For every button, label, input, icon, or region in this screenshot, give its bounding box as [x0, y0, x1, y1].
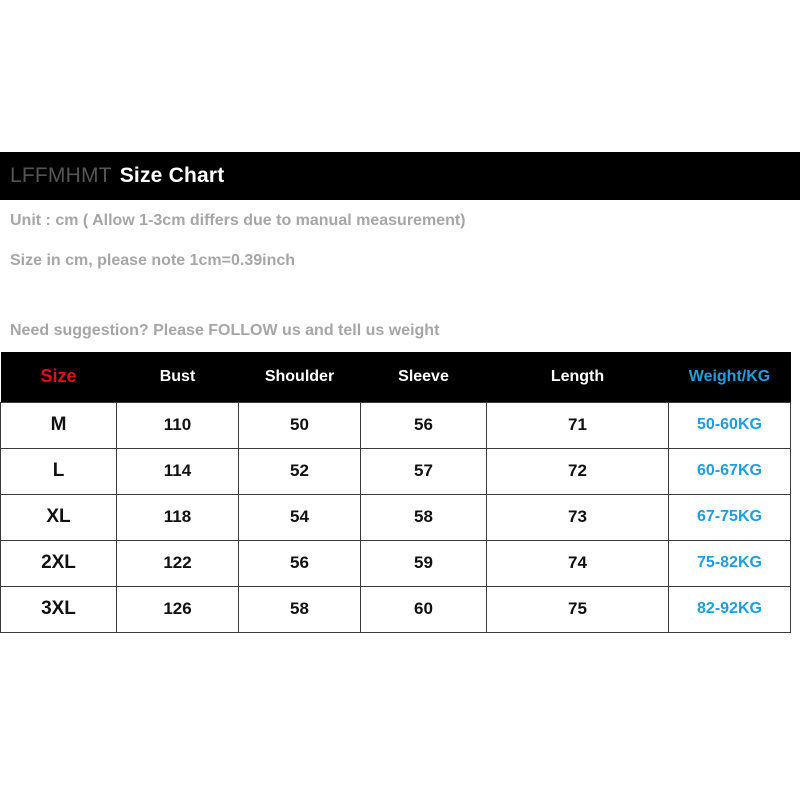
cell-length: 73: [486, 493, 669, 541]
page-title: Size Chart: [119, 164, 225, 187]
cell-bust: 126: [116, 585, 239, 633]
table-row: XL 118 54 58 73 67-75KG: [0, 493, 791, 541]
cell-sleeve: 60: [360, 585, 487, 633]
brand-name: LFFMHMT: [10, 164, 112, 187]
column-header-weight: Weight/KG: [688, 367, 771, 385]
table-row: 2XL 122 56 59 74 75-82KG: [0, 539, 791, 587]
cell-weight: 75-82KG: [668, 539, 791, 587]
cell-size: 2XL: [0, 539, 117, 587]
cell-length: 74: [486, 539, 669, 587]
cell-shoulder: 58: [238, 585, 361, 633]
table-row: L 114 52 57 72 60-67KG: [0, 447, 791, 495]
column-header-size: Size: [40, 366, 77, 387]
cell-shoulder: 52: [238, 447, 361, 495]
cell-bust: 114: [116, 447, 239, 495]
table-row: M 110 50 56 71 50-60KG: [0, 401, 791, 449]
title-banner: LFFMHMT Size Chart: [0, 152, 800, 200]
cell-length: 71: [486, 401, 669, 449]
cell-sleeve: 58: [360, 493, 487, 541]
note-suggestion: Need suggestion? Please FOLLOW us and te…: [10, 322, 440, 339]
cell-size: L: [0, 447, 117, 495]
size-table: Size Bust Shoulder Sleeve Length Weight/…: [0, 352, 791, 633]
cell-sleeve: 59: [360, 539, 487, 587]
cell-bust: 118: [116, 493, 239, 541]
header-row: Size Bust Shoulder Sleeve Length Weight/…: [0, 352, 791, 402]
cell-size: XL: [0, 493, 117, 541]
table-body: M 110 50 56 71 50-60KG L 114 52 57 72 60…: [0, 401, 791, 633]
cell-size: M: [0, 401, 117, 449]
cell-weight: 82-92KG: [668, 585, 791, 633]
cell-bust: 110: [116, 401, 239, 449]
cell-sleeve: 56: [360, 401, 487, 449]
cell-weight: 50-60KG: [668, 401, 791, 449]
cell-shoulder: 50: [238, 401, 361, 449]
cell-shoulder: 54: [238, 493, 361, 541]
column-header-length: Length: [550, 367, 605, 385]
cell-length: 72: [486, 447, 669, 495]
column-header-sleeve: Sleeve: [398, 367, 449, 385]
notes-box: Unit : cm ( Allow 1-3cm differs due to m…: [0, 200, 800, 352]
cell-shoulder: 56: [238, 539, 361, 587]
cell-weight: 60-67KG: [668, 447, 791, 495]
column-header-shoulder: Shoulder: [264, 367, 335, 385]
note-unit: Unit : cm ( Allow 1-3cm differs due to m…: [10, 212, 466, 229]
column-header-bust: Bust: [159, 367, 196, 385]
cell-sleeve: 57: [360, 447, 487, 495]
size-chart-root: LFFMHMT Size Chart Unit : cm ( Allow 1-3…: [0, 152, 800, 633]
note-conversion: Size in cm, please note 1cm=0.39inch: [10, 252, 296, 269]
cell-length: 75: [486, 585, 669, 633]
cell-weight: 67-75KG: [668, 493, 791, 541]
table-row: 3XL 126 58 60 75 82-92KG: [0, 585, 791, 633]
table-header: Size Bust Shoulder Sleeve Length Weight/…: [0, 352, 791, 402]
cell-bust: 122: [116, 539, 239, 587]
cell-size: 3XL: [0, 585, 117, 633]
